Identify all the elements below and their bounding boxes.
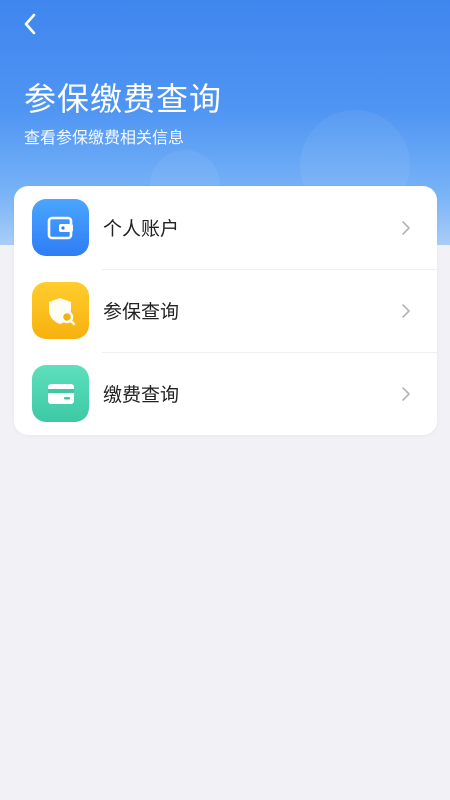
menu-item-personal-account[interactable]: 个人账户 xyxy=(14,186,437,269)
chevron-left-icon xyxy=(24,13,36,35)
menu-item-payment-query[interactable]: 缴费查询 xyxy=(14,352,437,435)
menu-item-label: 缴费查询 xyxy=(103,384,180,406)
card-icon xyxy=(32,365,89,422)
page-subtitle: 查看参保缴费相关信息 xyxy=(24,128,185,147)
chevron-right-icon xyxy=(402,220,410,235)
menu-item-label: 参保查询 xyxy=(103,301,180,323)
wallet-icon xyxy=(32,199,89,256)
page-title: 参保缴费查询 xyxy=(24,80,223,118)
shield-search-icon xyxy=(32,282,89,339)
chevron-right-icon xyxy=(402,386,410,401)
back-button[interactable] xyxy=(14,8,46,40)
chevron-right-icon xyxy=(402,303,410,318)
menu-card: 个人账户 参保查询 缴费查询 xyxy=(14,186,437,435)
menu-item-label: 个人账户 xyxy=(103,218,180,240)
menu-item-insurance-query[interactable]: 参保查询 xyxy=(14,269,437,352)
